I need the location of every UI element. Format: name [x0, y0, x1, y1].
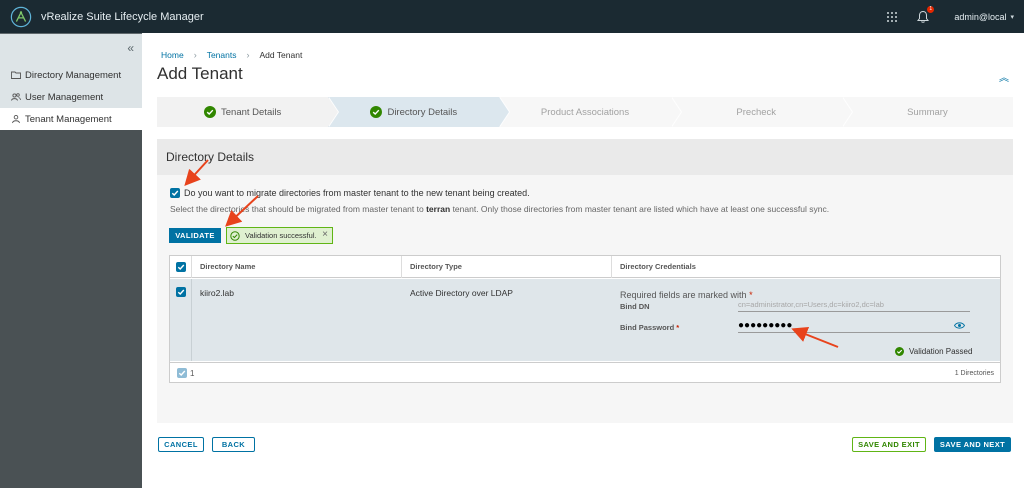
step-summary: Summary — [841, 97, 1014, 127]
check-circle-icon — [370, 106, 383, 118]
validation-message: Validation successful. — [245, 231, 317, 240]
check-circle-icon — [895, 347, 904, 356]
bind-password-input[interactable]: ●●●●●●●●● — [738, 319, 970, 333]
user-menu[interactable]: admin@local — [954, 12, 1006, 22]
table-header: Directory Name Directory Type Directory … — [170, 255, 1000, 278]
checkmark-icon — [171, 190, 179, 197]
selection-count-checkbox — [177, 368, 187, 378]
directory-name-cell: kiiro2.lab — [200, 288, 235, 298]
notification-badge: 1 — [927, 5, 935, 13]
top-header: vRealize Suite Lifecycle Manager 1 admin… — [0, 0, 1024, 33]
sidebar-item-user-management[interactable]: User Management — [0, 86, 142, 108]
folder-icon — [11, 71, 21, 79]
validation-status-text: Validation Passed — [909, 347, 973, 356]
apps-grid-icon[interactable] — [886, 11, 898, 23]
directory-details-panel: Directory Details Do you want to migrate… — [157, 139, 1013, 423]
bind-password-label: Bind Password * — [620, 323, 679, 332]
step-label: Summary — [907, 106, 948, 118]
breadcrumb: Home › Tenants › Add Tenant — [161, 50, 302, 60]
required-star: * — [676, 323, 680, 332]
breadcrumb-current: Add Tenant — [259, 50, 303, 60]
required-note-text: Required fields are marked with — [620, 290, 747, 300]
hint-tenant-name: terran — [426, 204, 451, 214]
wizard-stepper: Tenant Details Directory Details Product… — [157, 97, 1014, 127]
step-label: Tenant Details — [221, 106, 282, 118]
vrealize-logo-icon — [10, 6, 32, 27]
panel-title: Directory Details — [157, 139, 1013, 175]
directory-credentials-cell: Required fields are marked with * Bind D… — [612, 279, 1000, 361]
bind-dn-placeholder: cn=administrator,cn=Users,dc=kiiro2,dc=l… — [738, 300, 884, 309]
breadcrumb-home[interactable]: Home — [161, 50, 184, 60]
page-title: Add Tenant — [157, 64, 243, 83]
migrate-directories-checkbox[interactable] — [170, 188, 180, 198]
checkmark-icon — [177, 264, 184, 270]
directories-count: 1 Directories — [954, 369, 994, 377]
user-icon — [12, 114, 20, 124]
hint-suffix: tenant. Only those directories from mast… — [452, 204, 830, 214]
migrate-directories-row: Do you want to migrate directories from … — [170, 188, 530, 198]
bind-password-value: ●●●●●●●●● — [738, 320, 793, 331]
bind-dn-label: Bind DN — [620, 302, 650, 311]
step-directory-details[interactable]: Directory Details — [328, 97, 511, 127]
sidebar-item-label: Tenant Management — [25, 113, 112, 125]
users-icon — [11, 93, 21, 101]
sidebar-item-label: User Management — [25, 91, 104, 103]
sidebar-item-tenant-management[interactable]: Tenant Management — [0, 108, 142, 130]
close-icon[interactable]: × — [322, 229, 328, 240]
bind-dn-input[interactable]: cn=administrator,cn=Users,dc=kiiro2,dc=l… — [738, 298, 970, 312]
back-button[interactable]: BACK — [212, 437, 255, 452]
cancel-button[interactable]: CANCEL — [158, 437, 204, 452]
step-precheck: Precheck — [670, 97, 853, 127]
chevron-right-icon: › — [193, 50, 197, 60]
chevron-down-icon[interactable]: ▾ — [1010, 13, 1014, 21]
directory-type-cell: Active Directory over LDAP — [410, 288, 513, 298]
double-chevron-up-icon[interactable]: ︽ — [999, 69, 1009, 84]
app-title: vRealize Suite Lifecycle Manager — [41, 10, 204, 23]
step-label: Directory Details — [387, 106, 458, 118]
check-circle-icon — [230, 230, 240, 241]
sidebar-item-label: Directory Management — [25, 69, 122, 81]
main-content: Home › Tenants › Add Tenant Add Tenant ︽… — [142, 33, 1024, 488]
row-select-checkbox[interactable] — [175, 287, 186, 297]
save-and-exit-button[interactable]: SAVE AND EXIT — [852, 437, 926, 452]
column-header-directory-type: Directory Type — [402, 255, 612, 278]
table-footer: 1 1 Directories — [170, 362, 1000, 383]
migration-hint: Select the directories that should be mi… — [170, 204, 829, 214]
validation-success-alert: Validation successful. × — [226, 227, 333, 244]
checkmark-icon — [178, 370, 186, 377]
notifications-button[interactable]: 1 — [916, 5, 935, 24]
hint-prefix: Select the directories that should be mi… — [170, 204, 424, 214]
step-label: Product Associations — [540, 106, 630, 118]
step-product-associations: Product Associations — [499, 97, 682, 127]
breadcrumb-tenants[interactable]: Tenants — [207, 50, 237, 60]
bind-password-label-text: Bind Password — [620, 323, 675, 332]
collapse-sidebar-icon[interactable]: « — [127, 41, 134, 55]
selected-count: 1 — [190, 368, 195, 378]
sidebar-item-directory-management[interactable]: Directory Management — [0, 64, 142, 86]
validate-button[interactable]: VALIDATE — [169, 228, 221, 243]
checkmark-icon — [177, 289, 184, 296]
save-and-next-button[interactable]: SAVE AND NEXT — [934, 437, 1011, 452]
column-header-directory-credentials: Directory Credentials — [620, 262, 696, 271]
migrate-directories-label: Do you want to migrate directories from … — [184, 188, 530, 198]
column-header-directory-name: Directory Name — [192, 255, 402, 278]
eye-icon[interactable] — [954, 321, 965, 330]
directories-table: Directory Name Directory Type Directory … — [169, 255, 1001, 383]
sidebar: « Directory Management User Management T… — [0, 33, 142, 488]
step-label: Precheck — [736, 106, 777, 118]
step-tenant-details[interactable]: Tenant Details — [157, 97, 340, 127]
check-circle-icon — [204, 106, 216, 118]
select-all-checkbox[interactable] — [175, 261, 186, 272]
table-row: kiiro2.lab Active Directory over LDAP Re… — [170, 279, 1000, 361]
validation-passed-status: Validation Passed — [895, 347, 972, 356]
chevron-right-icon: › — [246, 50, 250, 60]
